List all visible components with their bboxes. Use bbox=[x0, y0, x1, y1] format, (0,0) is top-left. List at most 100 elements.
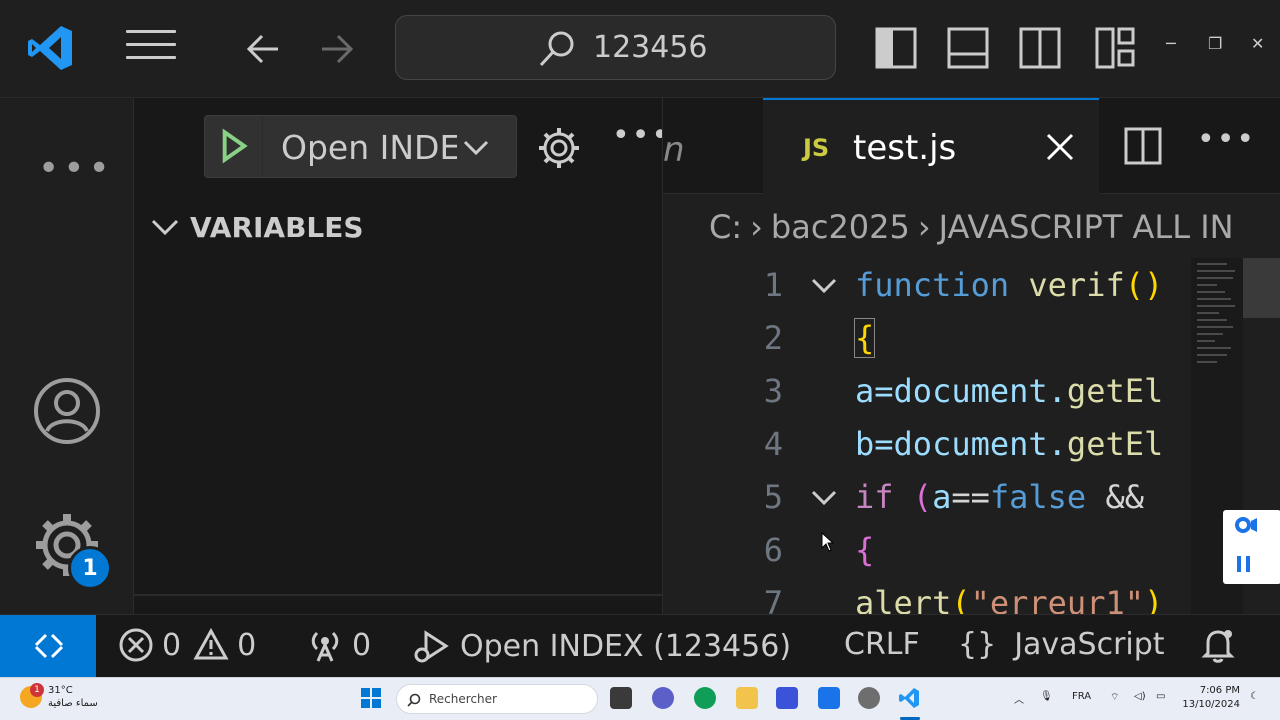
clock[interactable]: 7:06 PM 13/10/2024 bbox=[1180, 684, 1240, 712]
weather-widget[interactable]: 31°C سماء صافية bbox=[48, 684, 98, 710]
weather-alert-badge: 1 bbox=[30, 683, 44, 697]
code-token: ( bbox=[912, 478, 933, 516]
breadcrumb-item[interactable]: bac2025 bbox=[771, 208, 910, 246]
language-indicator[interactable]: FRA bbox=[1072, 691, 1091, 702]
warning-icon bbox=[193, 627, 229, 660]
variables-section-header[interactable]: VARIABLES bbox=[148, 210, 364, 244]
command-center-search[interactable]: 123456 bbox=[395, 15, 836, 80]
weather-description: سماء صافية bbox=[48, 698, 98, 709]
wifi-icon[interactable]: ⌔ bbox=[1110, 691, 1119, 704]
line-number: 1 bbox=[763, 266, 783, 304]
broadcast-icon bbox=[311, 631, 339, 662]
split-editor-icon[interactable] bbox=[1123, 126, 1163, 166]
code-line: 7 alert("erreur1") bbox=[663, 584, 1193, 614]
breadcrumb-item[interactable]: JAVASCRIPT ALL IN bbox=[939, 208, 1234, 246]
more-views-icon[interactable]: ••• bbox=[38, 148, 114, 189]
vscode-taskbar-icon[interactable] bbox=[898, 687, 920, 709]
taskbar-search[interactable]: Rechercher bbox=[396, 684, 598, 714]
more-actions-icon[interactable]: ••• bbox=[1197, 122, 1256, 157]
code-token: () bbox=[1124, 266, 1164, 304]
teams-chat-icon[interactable] bbox=[652, 687, 674, 709]
line-number: 6 bbox=[763, 531, 783, 569]
toggle-primary-sidebar-icon[interactable] bbox=[874, 26, 918, 70]
app-icon[interactable] bbox=[776, 687, 798, 709]
fold-chevron-icon[interactable] bbox=[809, 270, 839, 300]
microsoft-store-icon[interactable] bbox=[818, 687, 840, 709]
chevron-right-icon: › bbox=[750, 208, 763, 246]
code-token: a bbox=[932, 478, 952, 516]
line-number: 3 bbox=[763, 372, 783, 410]
windows-start-icon[interactable] bbox=[360, 687, 382, 709]
settings-gear-icon[interactable] bbox=[858, 687, 880, 709]
remote-icon bbox=[34, 633, 64, 659]
tab-test-js[interactable]: JS test.js bbox=[763, 98, 1099, 194]
back-arrow-icon[interactable] bbox=[242, 28, 284, 70]
activity-bar: ••• 1 bbox=[0, 98, 134, 614]
run-config-group: Open INDEX bbox=[204, 115, 517, 178]
language-mode-selector[interactable]: {} JavaScript bbox=[958, 627, 1165, 662]
account-icon[interactable] bbox=[32, 376, 102, 446]
remote-indicator[interactable] bbox=[0, 615, 96, 677]
search-label: Rechercher bbox=[429, 692, 497, 706]
editor-area: n JS test.js ••• C: › bac2025 › JAVASCRIPT A… bbox=[662, 98, 1280, 614]
code-token: =document. bbox=[874, 425, 1067, 463]
notifications-bell-icon[interactable] bbox=[1198, 625, 1238, 665]
camera-icon[interactable] bbox=[1233, 516, 1257, 534]
code-line: 5 if (a==false && bbox=[663, 478, 1193, 531]
ports-indicator[interactable]: 0 bbox=[306, 627, 371, 663]
run-status[interactable]: Open INDEX (123456) bbox=[412, 627, 791, 665]
minimize-icon[interactable]: ─ bbox=[1166, 34, 1176, 53]
run-debug-sidebar: Open INDEX ••• VARIABLES bbox=[134, 98, 669, 614]
task-view-icon[interactable] bbox=[610, 687, 632, 709]
end-of-line-selector[interactable]: CRLF bbox=[844, 627, 920, 662]
open-launch-json-gear-icon[interactable] bbox=[537, 126, 581, 170]
forward-arrow-icon[interactable] bbox=[316, 28, 358, 70]
close-icon[interactable] bbox=[1043, 130, 1077, 164]
breadcrumb-item[interactable]: C: bbox=[709, 208, 742, 246]
toggle-secondary-sidebar-icon[interactable] bbox=[1018, 26, 1062, 70]
start-debugging-play-icon[interactable] bbox=[205, 116, 263, 177]
menu-icon[interactable] bbox=[126, 30, 176, 66]
customize-layout-icon[interactable] bbox=[1094, 26, 1138, 70]
code-token: ( bbox=[951, 584, 971, 614]
pause-icon[interactable] bbox=[1235, 554, 1253, 574]
volume-icon[interactable]: ◁) bbox=[1134, 691, 1146, 702]
code-token: { bbox=[855, 531, 875, 569]
settings-badge: 1 bbox=[68, 546, 112, 590]
chevron-down-icon[interactable] bbox=[461, 132, 491, 162]
edge-browser-icon[interactable] bbox=[694, 687, 716, 709]
debug-run-icon bbox=[414, 630, 449, 663]
code-token: =document. bbox=[874, 372, 1067, 410]
maximize-icon[interactable]: ❐ bbox=[1208, 34, 1222, 53]
toggle-panel-icon[interactable] bbox=[946, 26, 990, 70]
close-window-icon[interactable]: ✕ bbox=[1251, 34, 1264, 53]
javascript-file-icon: JS bbox=[803, 134, 830, 162]
temperature: 31°C bbox=[48, 685, 73, 696]
scroll-thumb[interactable] bbox=[1243, 258, 1280, 318]
vscode-logo-icon bbox=[28, 26, 72, 70]
breadcrumb: C: › bac2025 › JAVASCRIPT ALL IN bbox=[709, 208, 1234, 246]
section-divider bbox=[134, 594, 662, 596]
fold-chevron-icon[interactable] bbox=[809, 482, 839, 512]
microphone-icon[interactable]: 🎙 bbox=[1040, 691, 1053, 702]
code-token: function bbox=[855, 266, 1010, 304]
search-icon bbox=[407, 693, 421, 707]
problems-indicator[interactable]: 0 0 bbox=[118, 627, 256, 663]
variables-title: VARIABLES bbox=[190, 210, 364, 244]
chevron-right-icon: › bbox=[917, 208, 931, 246]
windows-taskbar: 1 31°C سماء صافية Rechercher ︿ 🎙 FRA ⌔ ◁… bbox=[0, 677, 1280, 720]
do-not-disturb-icon[interactable]: ☾ bbox=[1250, 691, 1259, 702]
code-token: if bbox=[855, 478, 894, 516]
code-token: == bbox=[951, 478, 990, 516]
file-explorer-icon[interactable] bbox=[736, 687, 758, 709]
code-editor[interactable]: 1 function verif() 2 { 3 a=document.getE… bbox=[663, 258, 1193, 614]
battery-icon[interactable]: ▭ bbox=[1156, 691, 1165, 702]
tab-previous[interactable]: n bbox=[663, 130, 685, 170]
run-config-select[interactable]: Open INDEX bbox=[281, 128, 457, 167]
code-token: && bbox=[1086, 478, 1144, 516]
code-token: a bbox=[855, 372, 875, 410]
recorder-widget[interactable] bbox=[1223, 510, 1280, 584]
chevron-up-icon[interactable]: ︿ bbox=[1014, 691, 1024, 706]
line-number: 7 bbox=[763, 584, 783, 614]
ports-count: 0 bbox=[352, 627, 372, 663]
